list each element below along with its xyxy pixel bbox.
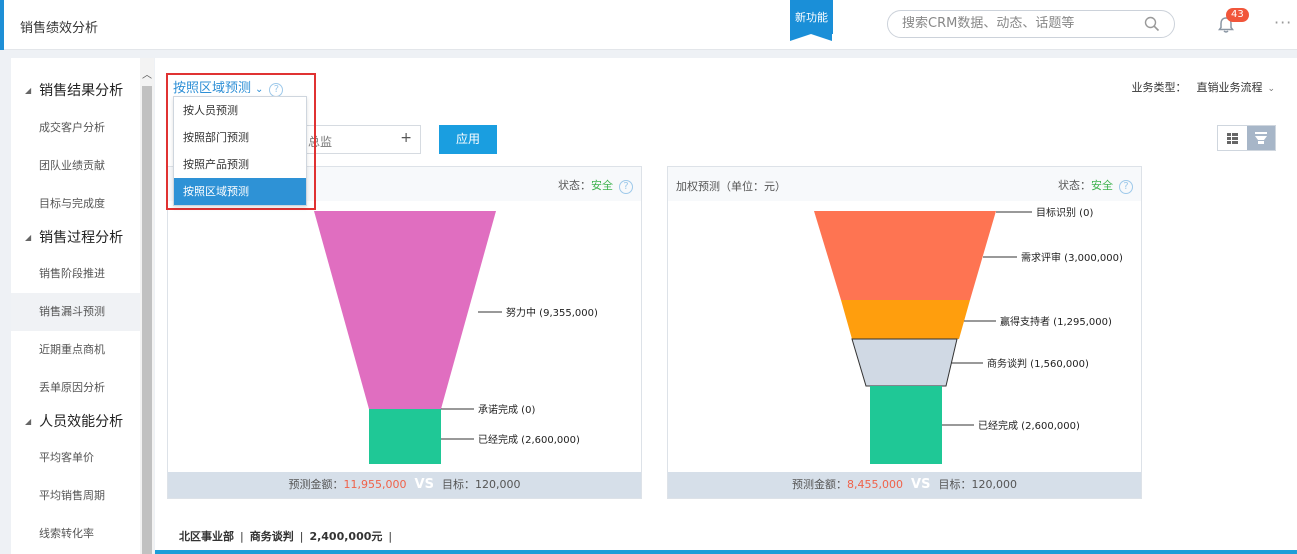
funnel-view-icon [1255,132,1267,144]
sidebar-item-lost-reasons[interactable]: 丢单原因分析 [11,369,140,407]
funnel-stage-label: 商务谈判 (1,560,000) [987,357,1089,370]
card-title: 加权预测（单位：元） [676,180,786,193]
more-icon[interactable]: ··· [1274,13,1292,32]
funnel-stage-label: 已经完成 (2,600,000) [978,419,1080,432]
funnel-stage-label: 努力中 (9,355,000) [506,306,598,319]
list-view-icon [1227,133,1238,144]
scrollbar-thumb[interactable] [142,86,152,554]
business-type-value: 直销业务流程 [1196,81,1263,94]
status-value: 安全 [591,179,613,192]
forecast-option-by-department[interactable]: 按照部门预测 [174,124,306,151]
summary-amount: 2,400,000元 [309,530,383,543]
help-icon[interactable]: ? [619,180,633,194]
funnel-segment-3[interactable] [369,409,441,464]
funnel-stage-label: 目标识别 (0) [1036,207,1093,219]
status-value: 安全 [1091,179,1113,192]
sidebar-item-key-opportunities[interactable]: 近期重点商机 [11,331,140,369]
funnel-stage-label: 已经完成 (2,600,000) [478,433,580,446]
expand-triangle-icon: ◢ [25,233,32,242]
sidebar-item-team-contribution[interactable]: 团队业绩贡献 [11,147,140,185]
funnel-stage-label: 赢得支持者 (1,295,000) [1000,315,1112,328]
funnel-segment-1[interactable] [314,211,496,409]
forecast-amount-label: 预测金额： [792,478,848,491]
top-bar: 销售绩效分析 新功能 43 ··· [0,0,1297,50]
card-status: 状态：安全? [1058,177,1133,194]
funnel-card-forecast: 状态：安全? 努力中 (9,355,000) 承诺完成 (0) 已经完成 (2,60… [167,166,642,499]
separator: | [299,530,304,543]
funnel-chart-weighted: 目标识别 (0) 需求评审 (3,000,000) 赢得支持者 (1,295,000… [814,207,1123,464]
sidebar-item-avg-order-value[interactable]: 平均客单价 [11,439,140,477]
forecast-amount-value: 11,955,000 [343,478,407,491]
sidebar: ◢ 销售结果分析 成交客户分析 团队业绩贡献 目标与完成度 ◢ 销售过程分析 销售阶… [11,58,140,554]
list-view-button[interactable] [1218,126,1247,150]
chevron-down-icon: ⌄ [1267,84,1275,94]
forecast-mode-dropdown: 按人员预测 按照部门预测 按照产品预测 按照区域预测 [173,96,307,206]
business-type-selector[interactable]: 业务类型： 直销业务流程 ⌄ [1131,79,1275,95]
sidebar-item-avg-sales-cycle[interactable]: 平均销售周期 [11,477,140,515]
sidebar-item-target-completion[interactable]: 目标与完成度 [11,185,140,223]
sidebar-group-sales-process[interactable]: ◢ 销售过程分析 [25,227,123,247]
sidebar-item-deal-customer[interactable]: 成交客户分析 [11,109,140,147]
funnel-segment-2[interactable] [814,211,996,300]
sidebar-item-funnel-forecast[interactable]: 销售漏斗预测 [11,293,140,331]
status-label: 状态： [558,179,591,192]
sidebar-group-label: 销售结果分析 [39,83,124,99]
card-status: 状态：安全? [558,177,633,194]
card-header: 加权预测（单位：元） 状态：安全? [668,167,1141,201]
sidebar-item-stage-progress[interactable]: 销售阶段推进 [11,255,140,293]
sidebar-item-lead-conversion[interactable]: 线索转化率 [11,515,140,553]
sidebar-group-sales-result[interactable]: ◢ 销售结果分析 [25,80,123,100]
funnel-stage-label: 承诺完成 (0) [478,403,535,416]
card-footer: 预测金额：8,455,000 VS 目标：120,000 [668,472,1141,498]
status-label: 状态： [1058,179,1091,192]
search-box[interactable] [887,10,1175,38]
sidebar-group-staff-efficiency[interactable]: ◢ 人员效能分析 [25,411,123,431]
header-accent [0,0,4,50]
summary-region: 北区事业部 [179,530,234,543]
funnel-segment-5[interactable] [870,386,942,464]
main-panel: 按照区域预测 ⌄? 业务类型： 直销业务流程 ⌄ 总监 + 应用 状态：安全 ?… [155,58,1297,554]
funnel-segment-3[interactable] [841,300,970,339]
new-feature-badge[interactable]: 新功能 [790,0,833,41]
forecast-amount-label: 预测金额： [288,478,344,491]
view-toggle [1217,125,1276,151]
summary-stage: 商务谈判 [249,530,294,543]
help-icon[interactable]: ? [1119,180,1133,194]
forecast-amount-value: 8,455,000 [847,478,904,491]
forecast-option-by-product[interactable]: 按照产品预测 [174,151,306,178]
target-value: 120,000 [971,478,1017,491]
card-footer: 预测金额：11,955,000 VS 目标：120,000 [168,472,641,498]
search-icon[interactable] [1144,16,1160,32]
target-label: 目标： [441,478,475,491]
forecast-option-by-person[interactable]: 按人员预测 [174,97,306,124]
expand-triangle-icon: ◢ [25,417,32,426]
forecast-option-by-region[interactable]: 按照区域预测 [174,178,306,205]
sidebar-group-label: 人员效能分析 [39,414,124,430]
sidebar-group-label: 销售过程分析 [39,230,124,246]
apply-button[interactable]: 应用 [439,125,497,154]
funnel-chart-forecast: 努力中 (9,355,000) 承诺完成 (0) 已经完成 (2,600,000) [314,211,598,464]
expand-triangle-icon: ◢ [25,86,32,95]
scroll-up-icon[interactable]: ︿ [142,66,152,81]
plus-icon[interactable]: + [400,130,412,146]
target-value: 120,000 [474,478,521,491]
separator: | [240,530,244,543]
funnel-segment-4[interactable] [851,338,958,387]
bottom-summary: 北区事业部 | 商务谈判 | 2,400,000元 | [179,528,398,544]
notification-count-badge: 43 [1226,8,1249,22]
vs-label: VS [414,477,434,492]
vs-label: VS [911,477,931,492]
funnel-view-button[interactable] [1247,126,1275,150]
separator: | [388,530,393,543]
sidebar-scrollbar[interactable]: ︿ [140,58,154,554]
funnel-card-weighted: 加权预测（单位：元） 状态：安全? 目标识别 (0) 需求评审 (3,000,00… [667,166,1142,499]
business-type-label: 业务类型： [1131,81,1187,94]
search-input[interactable] [902,16,1132,31]
app-title: 销售绩效分析 [20,21,99,36]
table-header-bar [155,550,1297,554]
funnel-stage-label: 需求评审 (3,000,000) [1021,251,1123,264]
target-label: 目标： [938,478,972,491]
